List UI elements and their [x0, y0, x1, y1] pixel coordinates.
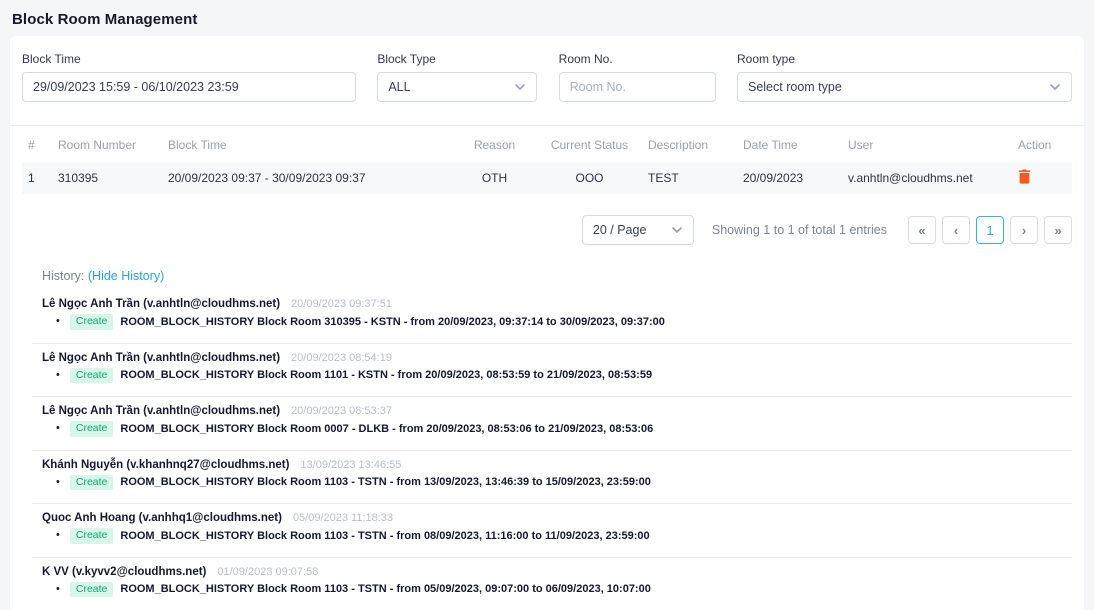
history-section: History: (Hide History) Lê Ngọc Anh Trần… [32, 269, 1072, 610]
history-timestamp: 20/09/2023 08:54:19 [291, 352, 392, 364]
content-card: Block Time Block Type ALL Room No. Room … [10, 36, 1084, 610]
delete-row-button[interactable] [1018, 169, 1031, 184]
history-entry: Quoc Anh Hoang (v.anhhq1@cloudhms.net) 0… [32, 504, 1072, 558]
history-message: ROOM_BLOCK_HISTORY Block Room 1103 - TST… [120, 476, 650, 488]
last-page-button[interactable]: » [1044, 216, 1072, 244]
previous-page-button[interactable]: ‹ [942, 216, 970, 244]
history-timestamp: 20/09/2023 09:37:51 [291, 298, 392, 310]
cell-date-time: 20/09/2023 [737, 162, 842, 194]
create-badge: Create [70, 421, 114, 437]
chevron-down-icon [514, 81, 526, 93]
history-timestamp: 05/09/2023 11:18:33 [293, 512, 393, 524]
block-time-input[interactable] [22, 72, 356, 102]
create-badge: Create [70, 528, 114, 544]
hide-history-link[interactable]: (Hide History) [88, 269, 164, 283]
column-header-block-time: Block Time [162, 126, 452, 162]
history-user-name: Lê Ngọc Anh Trần (v.anhtln@cloudhms.net) [42, 352, 280, 364]
cell-reason: OTH [452, 162, 537, 194]
history-user-name: Quoc Anh Hoang (v.anhhq1@cloudhms.net) [42, 512, 282, 524]
history-timestamp: 20/09/2023 08:53:37 [291, 405, 392, 417]
history-entry: Lê Ngọc Anh Trần (v.anhtln@cloudhms.net)… [32, 290, 1072, 344]
room-type-select[interactable]: Select room type [737, 72, 1072, 102]
column-header-index: # [22, 126, 52, 162]
history-timestamp: 13/09/2023 13:46:55 [300, 459, 401, 471]
block-room-table-section: # Room Number Block Time Reason Current … [10, 125, 1084, 194]
page-number-button[interactable]: 1 [976, 216, 1004, 244]
history-user-name: Khánh Nguyễn (v.khanhnq27@cloudhms.net) [42, 459, 289, 471]
cell-user: v.anhtln@cloudhms.net [842, 162, 1012, 194]
column-header-description: Description [642, 126, 737, 162]
bullet-icon: • [56, 370, 60, 381]
page-size-select[interactable]: 20 / Page [582, 215, 694, 245]
create-badge: Create [70, 314, 114, 330]
room-no-input[interactable] [559, 72, 716, 102]
bullet-icon: • [56, 423, 60, 434]
column-header-reason: Reason [452, 126, 537, 162]
page-title: Block Room Management [0, 0, 1094, 36]
pagination-bar: 20 / Page Showing 1 to 1 of total 1 entr… [22, 215, 1072, 245]
history-message: ROOM_BLOCK_HISTORY Block Room 0007 - DLK… [120, 423, 653, 435]
create-badge: Create [70, 582, 114, 598]
column-header-current-status: Current Status [537, 126, 642, 162]
history-entry: Lê Ngọc Anh Trần (v.anhtln@cloudhms.net)… [32, 397, 1072, 451]
bullet-icon: • [56, 530, 60, 541]
cell-block-time: 20/09/2023 09:37 - 30/09/2023 09:37 [162, 162, 452, 194]
history-entry: Khánh Nguyễn (v.khanhnq27@cloudhms.net) … [32, 451, 1072, 505]
page-size-value: 20 / Page [593, 223, 647, 237]
room-no-label: Room No. [559, 52, 716, 66]
filter-bar: Block Time Block Type ALL Room No. Room … [10, 36, 1084, 125]
cell-index: 1 [22, 162, 52, 194]
room-type-value: Select room type [748, 80, 842, 94]
history-user-name: Lê Ngọc Anh Trần (v.anhtln@cloudhms.net) [42, 298, 280, 310]
room-type-label: Room type [737, 52, 1072, 66]
block-type-select[interactable]: ALL [377, 72, 537, 102]
chevron-down-icon [1049, 81, 1061, 93]
history-label: History: [42, 269, 84, 283]
pagination-summary: Showing 1 to 1 of total 1 entries [712, 223, 887, 237]
history-message: ROOM_BLOCK_HISTORY Block Room 1103 - TST… [120, 530, 649, 542]
history-timestamp: 01/09/2023 09:07:58 [217, 566, 318, 578]
next-page-button[interactable]: › [1010, 216, 1038, 244]
first-page-button[interactable]: « [908, 216, 936, 244]
table-header-row: # Room Number Block Time Reason Current … [22, 126, 1072, 162]
history-entry: K VV (v.kyvv2@cloudhms.net) 01/09/2023 0… [32, 558, 1072, 610]
block-room-table: # Room Number Block Time Reason Current … [22, 126, 1072, 194]
chevron-down-icon [671, 224, 683, 236]
create-badge: Create [70, 368, 114, 384]
column-header-user: User [842, 126, 1012, 162]
block-time-label: Block Time [22, 52, 356, 66]
history-message: ROOM_BLOCK_HISTORY Block Room 1103 - TST… [120, 583, 650, 595]
trash-icon [1018, 169, 1031, 184]
cell-current-status: OOO [537, 162, 642, 194]
history-user-name: Lê Ngọc Anh Trần (v.anhtln@cloudhms.net) [42, 405, 280, 417]
bullet-icon: • [56, 584, 60, 595]
history-user-name: K VV (v.kyvv2@cloudhms.net) [42, 566, 206, 578]
bullet-icon: • [56, 477, 60, 488]
history-message: ROOM_BLOCK_HISTORY Block Room 310395 - K… [120, 316, 665, 328]
cell-description: TEST [642, 162, 737, 194]
bullet-icon: • [56, 316, 60, 327]
block-type-label: Block Type [377, 52, 537, 66]
history-message: ROOM_BLOCK_HISTORY Block Room 1101 - KST… [120, 369, 652, 381]
create-badge: Create [70, 475, 114, 491]
table-row: 1 310395 20/09/2023 09:37 - 30/09/2023 0… [22, 162, 1072, 194]
column-header-action: Action [1012, 126, 1072, 162]
column-header-date-time: Date Time [737, 126, 842, 162]
history-entry: Lê Ngọc Anh Trần (v.anhtln@cloudhms.net)… [32, 344, 1072, 398]
history-header: History: (Hide History) [32, 269, 1072, 283]
column-header-room-number: Room Number [52, 126, 162, 162]
cell-room-number: 310395 [52, 162, 162, 194]
block-type-value: ALL [388, 80, 410, 94]
